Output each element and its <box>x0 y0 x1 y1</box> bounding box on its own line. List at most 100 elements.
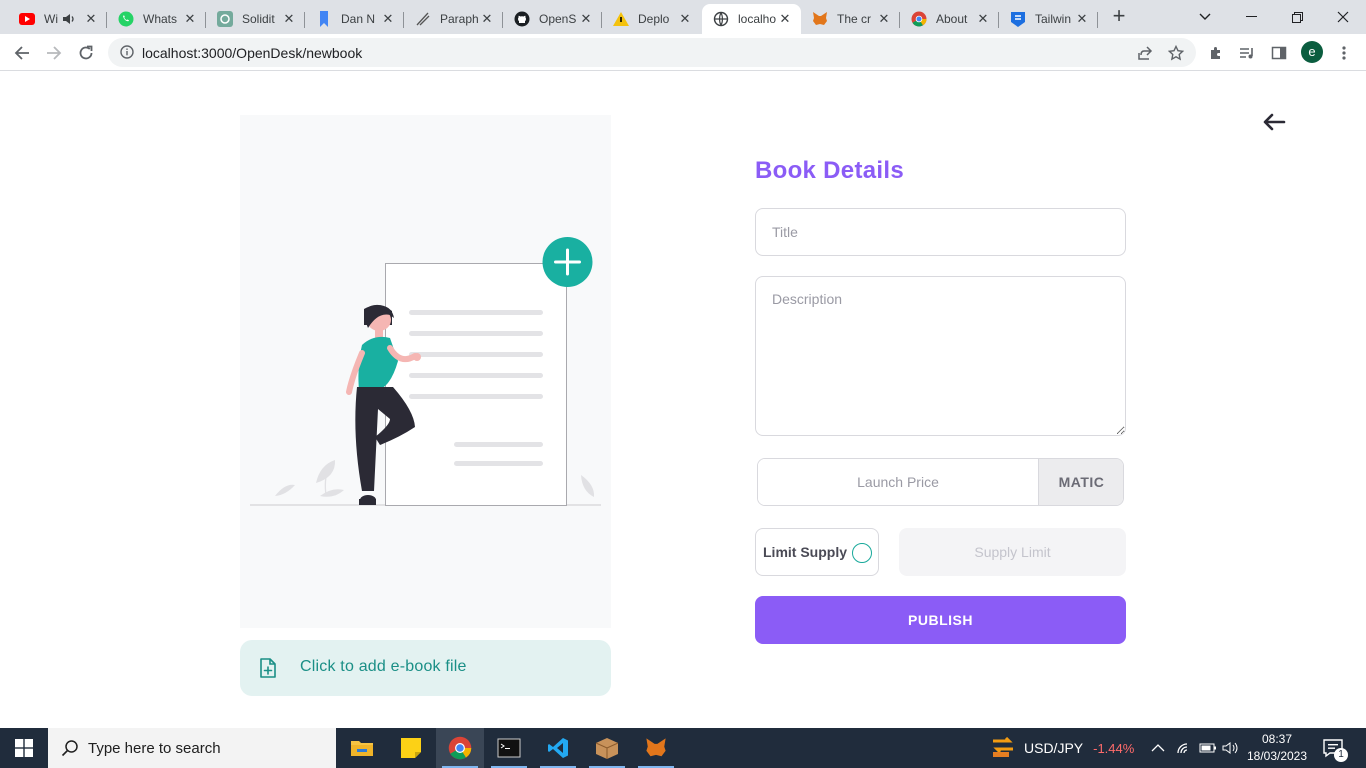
title-input[interactable] <box>755 208 1126 256</box>
upload-label: Click to add e-book file <box>300 658 467 675</box>
ticker-widget[interactable]: USD/JPY -1.44% <box>990 728 1134 768</box>
page-title: Book Details <box>755 157 904 184</box>
tab-title: Solidit <box>242 12 275 26</box>
tab-about[interactable]: About ✕ <box>900 4 999 34</box>
tab-youtube[interactable]: Wi ✕ <box>8 4 107 34</box>
tab-title: Whats <box>143 12 178 26</box>
side-panel-icon[interactable] <box>1269 43 1289 63</box>
terminal-button[interactable] <box>485 728 533 768</box>
launch-price-input[interactable] <box>758 459 1038 505</box>
box-icon <box>595 738 619 759</box>
tab-crypto[interactable]: The cr ✕ <box>801 4 900 34</box>
shield-icon <box>1010 11 1026 27</box>
show-hidden-icons-button[interactable] <box>1151 728 1165 768</box>
close-icon[interactable]: ✕ <box>281 11 297 27</box>
supply-limit-input[interactable] <box>899 528 1126 576</box>
back-button[interactable] <box>8 39 36 67</box>
browser-toolbar: localhost:3000/OpenDesk/newbook <box>0 34 1366 71</box>
search-placeholder: Type here to search <box>88 740 221 757</box>
limit-supply-label: Limit Supply <box>763 544 847 560</box>
tab-title: Tailwin <box>1035 12 1072 26</box>
clock-time: 08:37 <box>1261 732 1293 746</box>
wifi-icon <box>1177 743 1188 754</box>
star-icon[interactable] <box>1166 43 1186 63</box>
limit-supply-toggle[interactable]: Limit Supply <box>755 528 879 576</box>
close-icon[interactable]: ✕ <box>83 11 99 27</box>
profile-avatar[interactable]: e <box>1301 41 1323 63</box>
tab-localhost[interactable]: localho ✕ <box>702 4 801 34</box>
minimize-button[interactable] <box>1228 0 1274 34</box>
sticky-notes-button[interactable] <box>387 728 435 768</box>
close-icon[interactable]: ✕ <box>876 11 892 27</box>
metamask-icon <box>646 738 666 757</box>
start-button[interactable] <box>0 728 48 768</box>
share-icon[interactable] <box>1135 43 1155 63</box>
tab-title: Paraph <box>440 12 479 26</box>
tab-strip: Wi ✕ Whats ✕ Solidit ✕ Dan N ✕ Paraph ✕ <box>0 0 1366 34</box>
close-icon[interactable]: ✕ <box>1074 11 1090 27</box>
battery-button[interactable] <box>1199 728 1217 768</box>
youtube-icon <box>19 11 35 27</box>
clock-date: 18/03/2023 <box>1246 749 1308 763</box>
file-explorer-button[interactable] <box>338 728 386 768</box>
back-arrow-button[interactable] <box>1262 112 1286 132</box>
address-bar[interactable]: localhost:3000/OpenDesk/newbook <box>108 38 1196 67</box>
tab-title: OpenS <box>539 12 577 26</box>
launch-price-group: MATIC <box>757 458 1124 506</box>
media-control-icon[interactable] <box>1237 43 1257 63</box>
chevron-down-icon <box>1199 13 1211 20</box>
close-icon[interactable]: ✕ <box>777 11 793 27</box>
sticky-note-icon <box>401 738 421 758</box>
url-text[interactable]: localhost:3000/OpenDesk/newbook <box>142 45 362 61</box>
currency-label: MATIC <box>1038 459 1123 505</box>
notifications-button[interactable]: 1 <box>1322 728 1348 768</box>
close-icon[interactable]: ✕ <box>578 11 594 27</box>
new-tab-button[interactable]: + <box>1108 5 1130 28</box>
file-add-icon <box>260 658 276 678</box>
tab-paraphrase[interactable]: Paraph ✕ <box>404 4 503 34</box>
speaker-icon[interactable] <box>61 11 77 27</box>
taskbar-search[interactable]: Type here to search <box>48 728 336 768</box>
chrome-taskbar-button[interactable] <box>436 728 484 768</box>
warning-icon <box>613 11 629 27</box>
limit-supply-checkbox[interactable] <box>852 543 872 563</box>
restore-button[interactable] <box>1274 0 1320 34</box>
reload-button[interactable] <box>72 39 100 67</box>
globe-icon <box>713 11 729 27</box>
extensions-icon[interactable] <box>1206 43 1226 63</box>
metamask-taskbar-button[interactable] <box>632 728 680 768</box>
chrome-icon <box>911 11 927 27</box>
description-textarea[interactable] <box>755 276 1126 436</box>
vscode-button[interactable] <box>534 728 582 768</box>
close-icon[interactable]: ✕ <box>380 11 396 27</box>
ticker-change: -1.44% <box>1093 740 1135 756</box>
tab-search-button[interactable] <box>1182 0 1228 34</box>
more-menu-icon[interactable] <box>1334 43 1354 63</box>
tab-whatsapp[interactable]: Whats ✕ <box>107 4 206 34</box>
tab-title: Dan N <box>341 12 376 26</box>
publish-button[interactable]: PUBLISH <box>755 596 1126 644</box>
system-clock[interactable]: 08:37 18/03/2023 <box>1246 731 1308 765</box>
network-button[interactable] <box>1176 728 1194 768</box>
close-icon[interactable]: ✕ <box>677 11 693 27</box>
info-icon[interactable] <box>120 45 134 59</box>
volume-button[interactable] <box>1222 728 1240 768</box>
folder-icon <box>351 741 373 756</box>
illustration-card <box>240 115 611 628</box>
upload-ebook-button[interactable]: Click to add e-book file <box>240 640 611 696</box>
close-icon[interactable]: ✕ <box>479 11 495 27</box>
new-book-page: Click to add e-book file Book Details MA… <box>0 72 1366 728</box>
close-window-button[interactable] <box>1320 0 1366 34</box>
tab-bookmark[interactable]: Dan N ✕ <box>305 4 404 34</box>
reload-icon <box>79 45 93 60</box>
package-app-button[interactable] <box>583 728 631 768</box>
tab-solidity[interactable]: Solidit ✕ <box>206 4 305 34</box>
tab-tailwind[interactable]: Tailwin ✕ <box>999 4 1098 34</box>
tab-github[interactable]: OpenS ✕ <box>503 4 602 34</box>
tab-deploy[interactable]: Deplo ✕ <box>602 4 701 34</box>
vscode-icon <box>548 738 568 758</box>
close-icon[interactable]: ✕ <box>975 11 991 27</box>
openai-icon <box>217 11 233 27</box>
forward-button[interactable] <box>40 39 68 67</box>
close-icon[interactable]: ✕ <box>182 11 198 27</box>
